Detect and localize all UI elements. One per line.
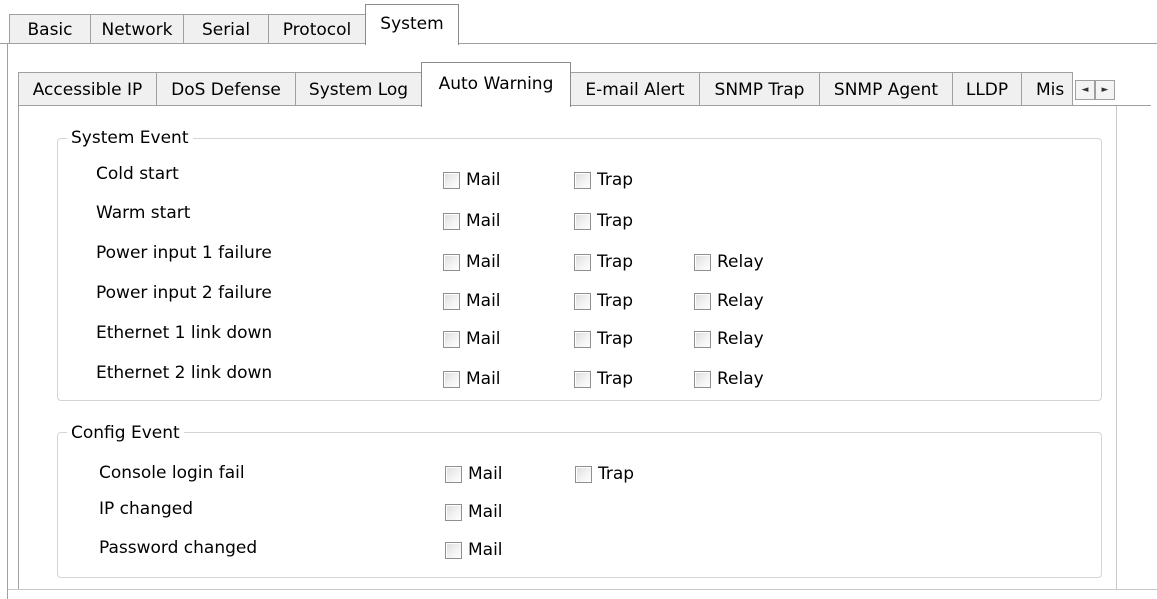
power-input-1-label: Power input 1 failure	[96, 243, 272, 263]
power-input-2-mail-checkbox[interactable]: Mail	[443, 290, 501, 312]
checkbox-box-icon[interactable]	[445, 503, 462, 521]
console-login-fail-label: Console login fail	[99, 463, 245, 483]
checkbox-label: Mail	[466, 211, 501, 231]
tab-protocol[interactable]: Protocol	[268, 14, 366, 44]
warm-start-trap-checkbox[interactable]: Trap	[574, 210, 633, 232]
checkbox-label: Mail	[466, 170, 501, 190]
checkbox-box-icon[interactable]	[574, 292, 591, 310]
checkbox-box-icon[interactable]	[445, 541, 462, 559]
tab-bar-divider	[0, 43, 1157, 44]
tab-accessible-ip[interactable]: Accessible IP	[18, 72, 157, 106]
checkbox-label: Mail	[466, 369, 501, 389]
checkbox-box-icon[interactable]	[443, 370, 460, 388]
checkbox-box-icon[interactable]	[443, 171, 460, 189]
cold-start-trap-checkbox[interactable]: Trap	[574, 169, 633, 191]
ethernet-2-trap-checkbox[interactable]: Trap	[574, 368, 633, 390]
warm-start-label: Warm start	[96, 203, 191, 223]
warm-start-mail-checkbox[interactable]: Mail	[443, 210, 501, 232]
checkbox-box-icon[interactable]	[443, 253, 460, 271]
checkbox-box-icon[interactable]	[694, 253, 711, 271]
tab-network[interactable]: Network	[90, 14, 184, 44]
tab-snmp-trap[interactable]: SNMP Trap	[699, 72, 820, 106]
top-tab-bar: Basic Network Serial Protocol System	[0, 0, 1157, 45]
power-input-2-trap-checkbox[interactable]: Trap	[574, 290, 633, 312]
checkbox-label: Relay	[717, 369, 764, 389]
ethernet-1-label: Ethernet 1 link down	[96, 323, 273, 343]
cold-start-label: Cold start	[96, 164, 179, 184]
ethernet-2-relay-checkbox[interactable]: Relay	[694, 368, 764, 390]
checkbox-label: Trap	[598, 464, 635, 484]
checkbox-box-icon[interactable]	[443, 212, 460, 230]
system-event-title: System Event	[67, 128, 193, 148]
checkbox-box-icon[interactable]	[694, 370, 711, 388]
tab-serial[interactable]: Serial	[183, 14, 269, 44]
checkbox-label: Trap	[597, 170, 634, 190]
tab-scroll-left-icon[interactable]: ◄	[1075, 80, 1095, 100]
ethernet-2-mail-checkbox[interactable]: Mail	[443, 368, 501, 390]
checkbox-box-icon[interactable]	[694, 292, 711, 310]
power-input-1-trap-checkbox[interactable]: Trap	[574, 251, 633, 273]
tab-dos-defense[interactable]: DoS Defense	[156, 72, 296, 106]
checkbox-label: Mail	[468, 502, 503, 522]
checkbox-label: Relay	[717, 291, 764, 311]
password-changed-mail-checkbox[interactable]: Mail	[445, 539, 503, 561]
checkbox-label: Relay	[717, 329, 764, 349]
checkbox-box-icon[interactable]	[443, 330, 460, 348]
tab-scroll-right-icon[interactable]: ►	[1095, 80, 1115, 100]
ethernet-2-label: Ethernet 2 link down	[96, 363, 273, 383]
inner-panel-left-border	[18, 105, 19, 590]
checkbox-box-icon[interactable]	[574, 330, 591, 348]
tab-system[interactable]: System	[365, 4, 459, 45]
checkbox-box-icon[interactable]	[574, 370, 591, 388]
inner-panel-bottom-border	[8, 589, 1157, 590]
tab-auto-warning[interactable]: Auto Warning	[421, 62, 571, 107]
checkbox-label: Trap	[597, 329, 634, 349]
ethernet-1-trap-checkbox[interactable]: Trap	[574, 328, 633, 350]
ethernet-1-mail-checkbox[interactable]: Mail	[443, 328, 501, 350]
checkbox-label: Mail	[468, 540, 503, 560]
ethernet-1-relay-checkbox[interactable]: Relay	[694, 328, 764, 350]
tab-lldp[interactable]: LLDP	[952, 72, 1022, 106]
checkbox-box-icon[interactable]	[574, 212, 591, 230]
power-input-1-mail-checkbox[interactable]: Mail	[443, 251, 501, 273]
ip-changed-mail-checkbox[interactable]: Mail	[445, 501, 503, 523]
checkbox-box-icon[interactable]	[443, 292, 460, 310]
checkbox-box-icon[interactable]	[574, 171, 591, 189]
checkbox-label: Mail	[466, 291, 501, 311]
cold-start-mail-checkbox[interactable]: Mail	[443, 169, 501, 191]
checkbox-box-icon[interactable]	[574, 253, 591, 271]
ip-changed-label: IP changed	[99, 499, 194, 519]
password-changed-label: Password changed	[99, 538, 258, 558]
checkbox-label: Mail	[468, 464, 503, 484]
checkbox-box-icon[interactable]	[575, 465, 592, 483]
checkbox-label: Relay	[717, 252, 764, 272]
config-event-title: Config Event	[67, 423, 184, 443]
checkbox-label: Trap	[597, 211, 634, 231]
tab-email-alert[interactable]: E-mail Alert	[570, 72, 700, 106]
checkbox-label: Trap	[597, 252, 634, 272]
power-input-1-relay-checkbox[interactable]: Relay	[694, 251, 764, 273]
checkbox-label: Mail	[466, 329, 501, 349]
checkbox-box-icon[interactable]	[445, 465, 462, 483]
inner-tab-divider	[18, 105, 1151, 106]
tab-misc-truncated[interactable]: Mis	[1021, 72, 1073, 106]
power-input-2-label: Power input 2 failure	[96, 283, 272, 303]
console-login-fail-mail-checkbox[interactable]: Mail	[445, 463, 503, 485]
checkbox-label: Trap	[597, 369, 634, 389]
outer-panel-border	[7, 44, 8, 599]
console-login-fail-trap-checkbox[interactable]: Trap	[575, 463, 634, 485]
tab-system-log[interactable]: System Log	[295, 72, 422, 106]
checkbox-box-icon[interactable]	[694, 330, 711, 348]
tab-basic[interactable]: Basic	[9, 14, 91, 44]
checkbox-label: Trap	[597, 291, 634, 311]
tab-snmp-agent[interactable]: SNMP Agent	[819, 72, 953, 106]
inner-panel-right-border	[1116, 105, 1117, 590]
power-input-2-relay-checkbox[interactable]: Relay	[694, 290, 764, 312]
checkbox-label: Mail	[466, 252, 501, 272]
